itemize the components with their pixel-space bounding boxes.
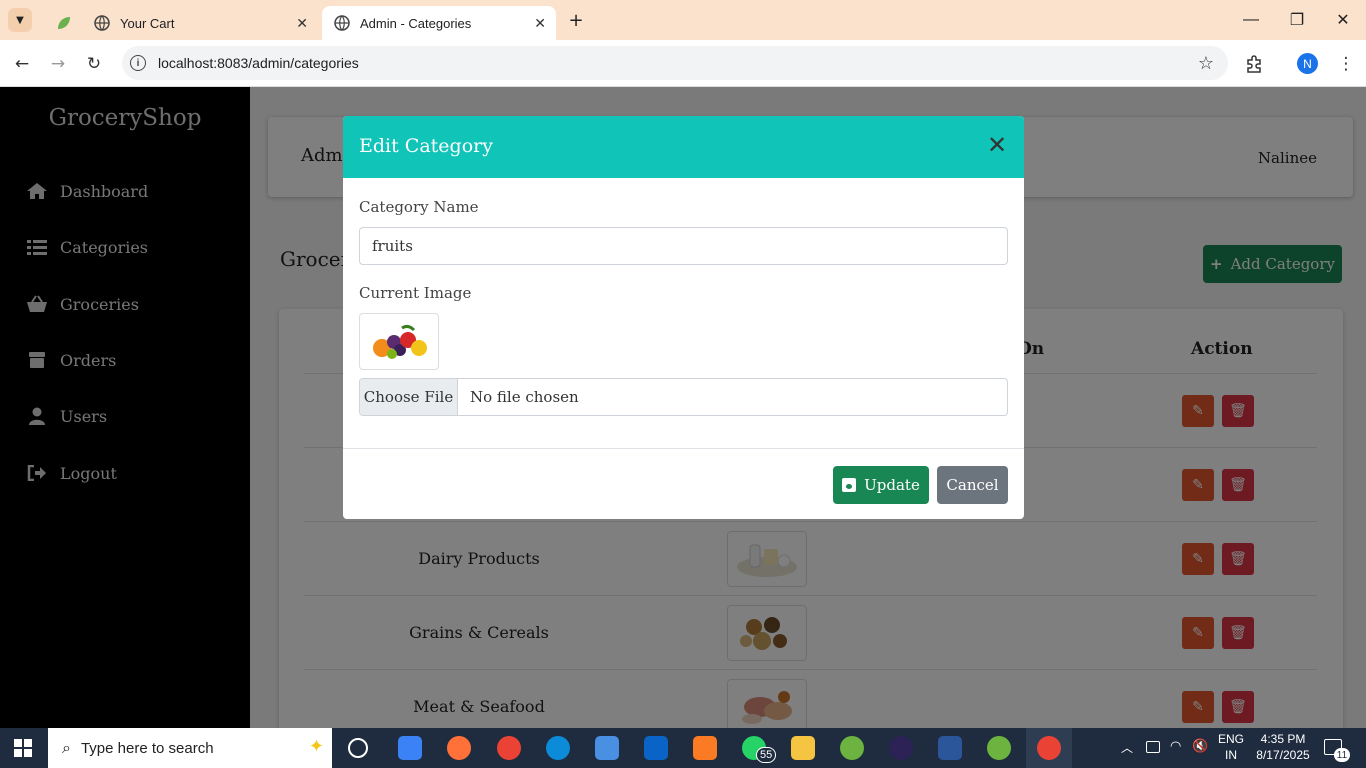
edit-category-modal: Edit Category ✕ Category Name fruits Cur… [343, 116, 1024, 519]
chrome-active-taskbar-item[interactable] [1026, 728, 1072, 768]
language-indicator[interactable]: ENG IN [1214, 732, 1248, 762]
copilot-icon[interactable] [398, 736, 422, 760]
chrome-icon [1037, 736, 1061, 760]
file-status-text: No file chosen [470, 388, 579, 406]
cancel-button[interactable]: Cancel [937, 466, 1008, 504]
tab-admin-categories[interactable]: Admin - Categories ✕ [322, 6, 556, 40]
xampp-icon[interactable] [693, 736, 717, 760]
save-icon [842, 478, 857, 492]
tab-label: Your Cart [120, 15, 175, 31]
close-tab-icon[interactable]: ✕ [296, 15, 308, 32]
volume-muted-icon[interactable]: 🔇 [1192, 739, 1208, 754]
globe-icon [94, 15, 110, 31]
word-icon[interactable] [938, 736, 962, 760]
info-icon[interactable]: i [130, 55, 146, 71]
restore-button[interactable]: ❐ [1274, 0, 1320, 40]
modal-footer: Update Cancel [343, 448, 1024, 519]
file-explorer-icon[interactable] [791, 736, 815, 760]
modal-title: Edit Category [359, 135, 493, 157]
tab-search-button[interactable]: ▼ [8, 8, 32, 32]
tray-chevron-icon[interactable]: ︿ [1121, 739, 1133, 756]
minimize-button[interactable]: — [1228, 0, 1274, 40]
battery-icon[interactable] [1146, 741, 1160, 753]
globe-icon [334, 15, 350, 31]
taskbar-search-placeholder: Type here to search [80, 739, 214, 757]
new-tab-button[interactable]: + [564, 8, 588, 32]
notification-count: 11 [1334, 748, 1350, 762]
forward-button[interactable]: → [44, 50, 72, 78]
url-text: localhost:8083/admin/categories [158, 55, 359, 71]
language-line1: ENG [1217, 732, 1244, 746]
back-button[interactable]: ← [8, 50, 36, 78]
profile-avatar[interactable]: N [1297, 53, 1318, 74]
firefox-icon[interactable] [447, 736, 471, 760]
modal-header: Edit Category ✕ [343, 116, 1024, 178]
store-icon[interactable] [595, 736, 619, 760]
close-window-button[interactable]: ✕ [1320, 0, 1366, 40]
wifi-icon[interactable]: ◠ [1170, 739, 1181, 754]
search-icon: ⌕ [62, 738, 71, 757]
close-icon[interactable]: ✕ [984, 131, 1010, 159]
language-line2: IN [1225, 748, 1237, 762]
category-name-value: fruits [372, 237, 413, 255]
windows-taskbar: ⌕ Type here to search ✦ 55 ︿ ◠ 🔇 ENG IN … [0, 728, 1366, 768]
extensions-icon[interactable] [1240, 50, 1268, 78]
current-image-label: Current Image [359, 284, 472, 302]
browser-tabbar: ▼ Your Cart ✕ Admin - Categories ✕ + — ❐… [0, 0, 1366, 40]
copilot-sparkle-icon: ✦ [308, 736, 324, 757]
spring-tool-icon[interactable] [840, 736, 864, 760]
tab-leaf[interactable] [44, 6, 78, 40]
current-image [359, 313, 439, 370]
whatsapp-badge: 55 [756, 747, 777, 763]
eclipse-icon[interactable] [889, 736, 913, 760]
address-bar[interactable]: i localhost:8083/admin/categories ☆ [122, 46, 1228, 80]
reload-button[interactable]: ↻ [80, 50, 108, 78]
leaf-icon [56, 15, 72, 31]
bookmark-star-icon[interactable]: ☆ [1198, 53, 1214, 74]
category-name-input[interactable]: fruits [359, 227, 1008, 265]
outlook-icon[interactable] [644, 736, 668, 760]
chrome-icon[interactable] [497, 736, 521, 760]
clock-time: 4:35 PM [1260, 732, 1306, 746]
task-view-icon[interactable] [348, 738, 368, 758]
menu-icon[interactable]: ⋮ [1332, 50, 1360, 78]
close-tab-icon[interactable]: ✕ [534, 15, 546, 32]
clock[interactable]: 4:35 PM 8/17/2025 [1254, 732, 1312, 762]
browser-toolbar: ← → ↻ i localhost:8083/admin/categories … [0, 40, 1366, 87]
tab-label: Admin - Categories [360, 15, 472, 31]
windows-start-icon[interactable] [14, 739, 32, 757]
update-button[interactable]: Update [833, 466, 929, 504]
tab-your-cart[interactable]: Your Cart ✕ [82, 6, 318, 40]
choose-file-button[interactable]: Choose File [360, 379, 458, 415]
edge-icon[interactable] [546, 736, 570, 760]
update-label: Update [864, 476, 920, 494]
clock-date: 8/17/2025 [1256, 748, 1310, 762]
taskbar-search-input[interactable]: ⌕ Type here to search ✦ [48, 728, 332, 768]
image-file-input[interactable]: Choose File No file chosen [359, 378, 1008, 416]
category-name-label: Category Name [359, 198, 479, 216]
spring-boot-icon[interactable] [987, 736, 1011, 760]
